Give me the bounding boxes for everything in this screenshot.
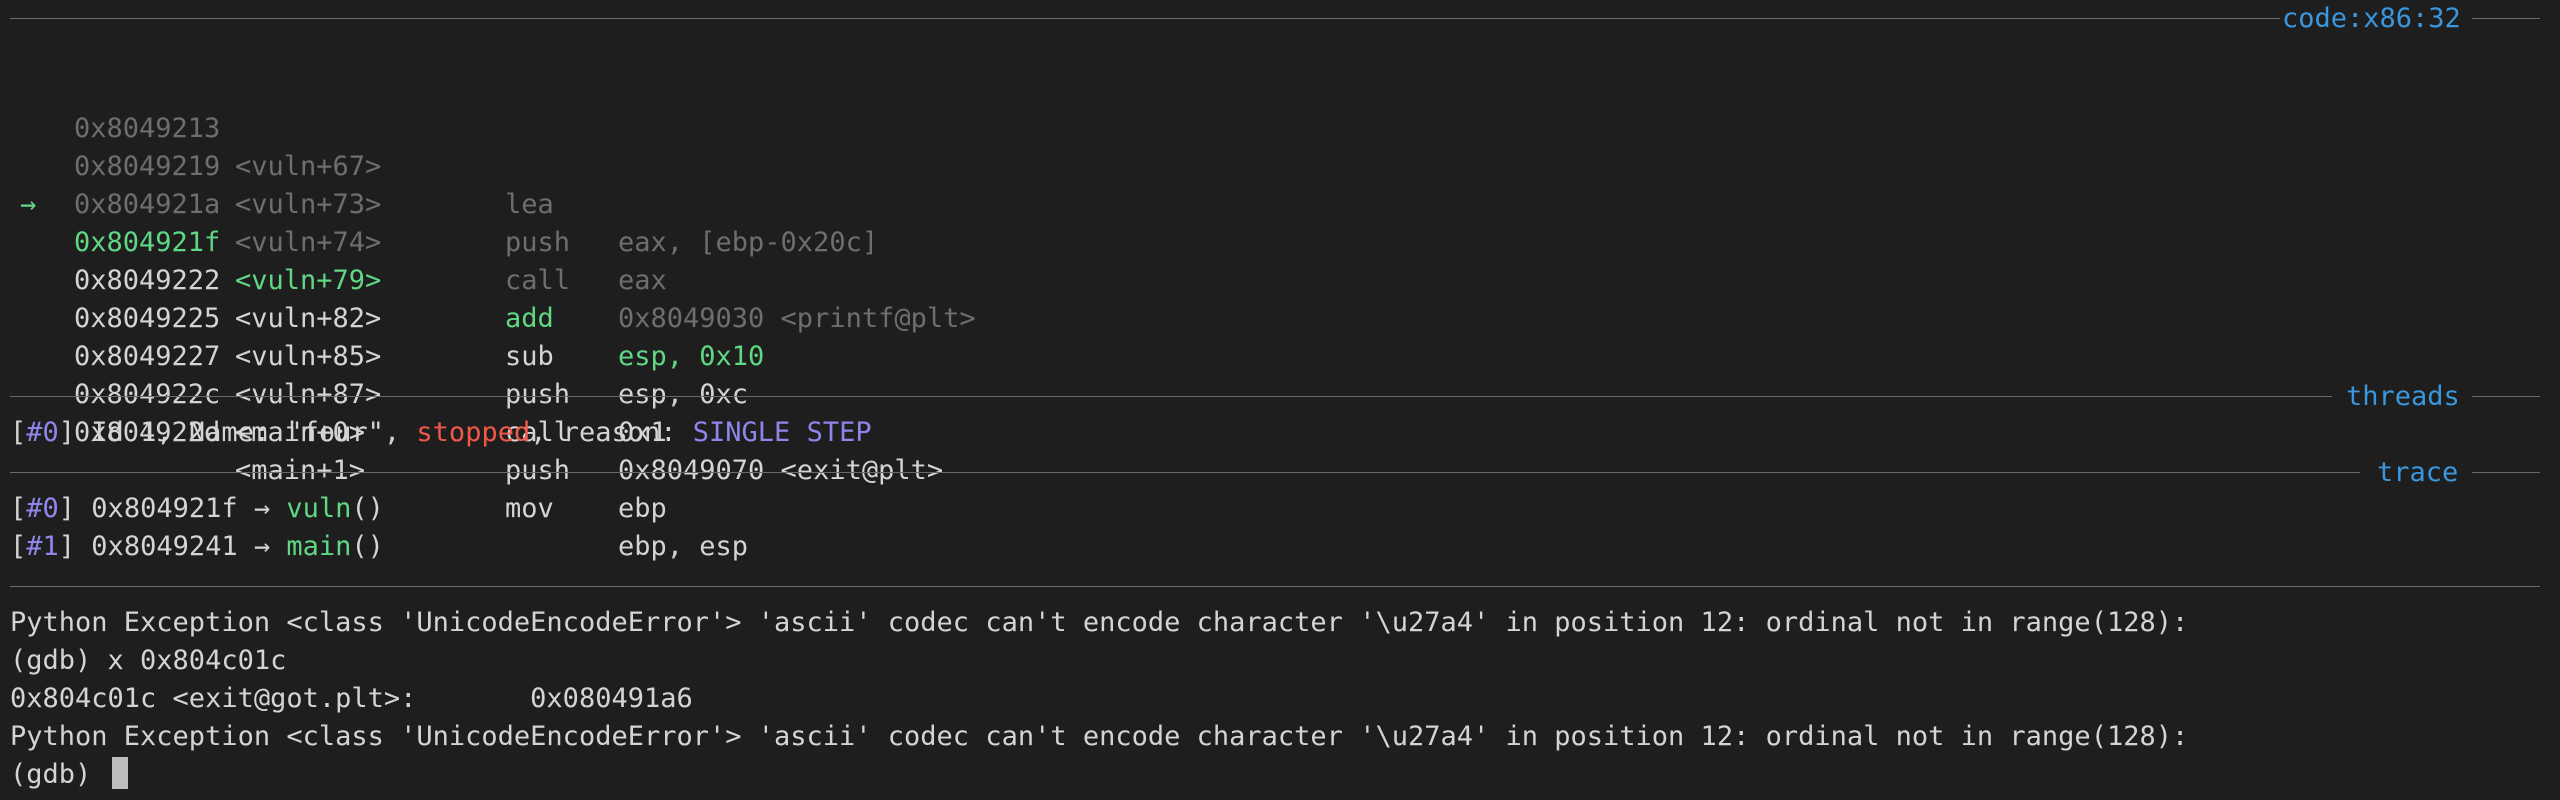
- instruction-operands: ebp, esp: [618, 531, 749, 562]
- threads-section-header: threads: [10, 378, 2540, 416]
- instruction-row: 0x8049213 <vuln+67> lea eax, [ebp-0x20c]: [10, 34, 2540, 258]
- frame-call-parens: (): [351, 531, 384, 562]
- instruction-row: 0x804922d <main+1> mov ebp, esp: [10, 338, 2540, 562]
- separator-line: [10, 18, 2280, 19]
- gdb-prompt-line[interactable]: (gdb): [10, 756, 128, 794]
- instruction-row: 0x8049225 <vuln+85> push 0x1: [10, 224, 2540, 448]
- instruction-row: 0x8049227 <vuln+87> call 0x8049070 <exit…: [10, 262, 2540, 486]
- frame-function: vuln: [286, 493, 352, 524]
- instruction-row: 0x804921a <vuln+74> call 0x8049030 <prin…: [10, 110, 2540, 334]
- separator-line: [10, 396, 2332, 397]
- frame-index: #0: [26, 493, 59, 524]
- instruction-row: 0x8049222 <vuln+82> sub esp, 0xc: [10, 186, 2540, 410]
- trace-section-title: trace: [2377, 457, 2459, 488]
- frame-address: 0x8049241 →: [75, 531, 287, 562]
- instruction-row-current: → 0x804921f <vuln+79> add esp, 0x10: [10, 148, 2540, 372]
- thread-stop-reason: SINGLE STEP: [692, 417, 872, 448]
- code-section-header: code:x86:32: [10, 0, 2540, 38]
- bracket-open: [: [10, 493, 27, 524]
- frame-call-parens: (): [351, 493, 384, 524]
- instruction-row: 0x804922c <main+0> push ebp: [10, 300, 2540, 524]
- text-cursor: [111, 757, 128, 789]
- code-section-title: code:x86:32: [2282, 3, 2461, 34]
- trace-section-header: trace: [10, 454, 2540, 492]
- thread-state: stopped: [416, 417, 531, 448]
- threads-section-title: threads: [2346, 381, 2460, 412]
- frame-function: main: [286, 531, 352, 562]
- frame-index: #1: [26, 531, 59, 562]
- gdb-prompt: (gdb): [10, 759, 108, 790]
- separator-line: [2472, 472, 2540, 473]
- gdb-terminal[interactable]: code:x86:32 0x8049213 <vuln+67> lea eax,…: [10, 0, 2550, 800]
- trace-frame-row: [#1] 0x8049241 → main(): [10, 528, 384, 566]
- console-output-line: (gdb) x 0x804c01c: [10, 645, 287, 676]
- bracket-open: [: [10, 531, 27, 562]
- separator-line: [2472, 396, 2540, 397]
- frame-address: 0x804921f →: [75, 493, 287, 524]
- thread-index: #0: [26, 417, 59, 448]
- context-end-separator: [10, 568, 2540, 606]
- separator-line: [10, 472, 2360, 473]
- separator-line: [2472, 18, 2540, 19]
- console-output-line: Python Exception <class 'UnicodeEncodeEr…: [10, 607, 2189, 638]
- instruction-row: 0x8049219 <vuln+73> push eax: [10, 72, 2540, 296]
- thread-reason-label: , reason:: [530, 417, 693, 448]
- bracket-open: [: [10, 417, 27, 448]
- instruction-mnemonic: mov: [505, 493, 554, 524]
- bracket-close: ]: [58, 417, 76, 448]
- console-output-line: 0x804c01c <exit@got.plt>: 0x080491a6: [10, 683, 693, 714]
- trace-frame-row: [#0] 0x804921f → vuln(): [10, 490, 384, 528]
- thread-info: Id 1, Name: "four",: [75, 417, 417, 448]
- bracket-close: ]: [58, 531, 76, 562]
- bracket-close: ]: [58, 493, 76, 524]
- console-output-line: Python Exception <class 'UnicodeEncodeEr…: [10, 721, 2189, 752]
- instruction-operands: ebp: [618, 493, 667, 524]
- thread-row: [#0] Id 1, Name: "four", stopped, reason…: [10, 414, 872, 452]
- separator-line: [10, 586, 2540, 587]
